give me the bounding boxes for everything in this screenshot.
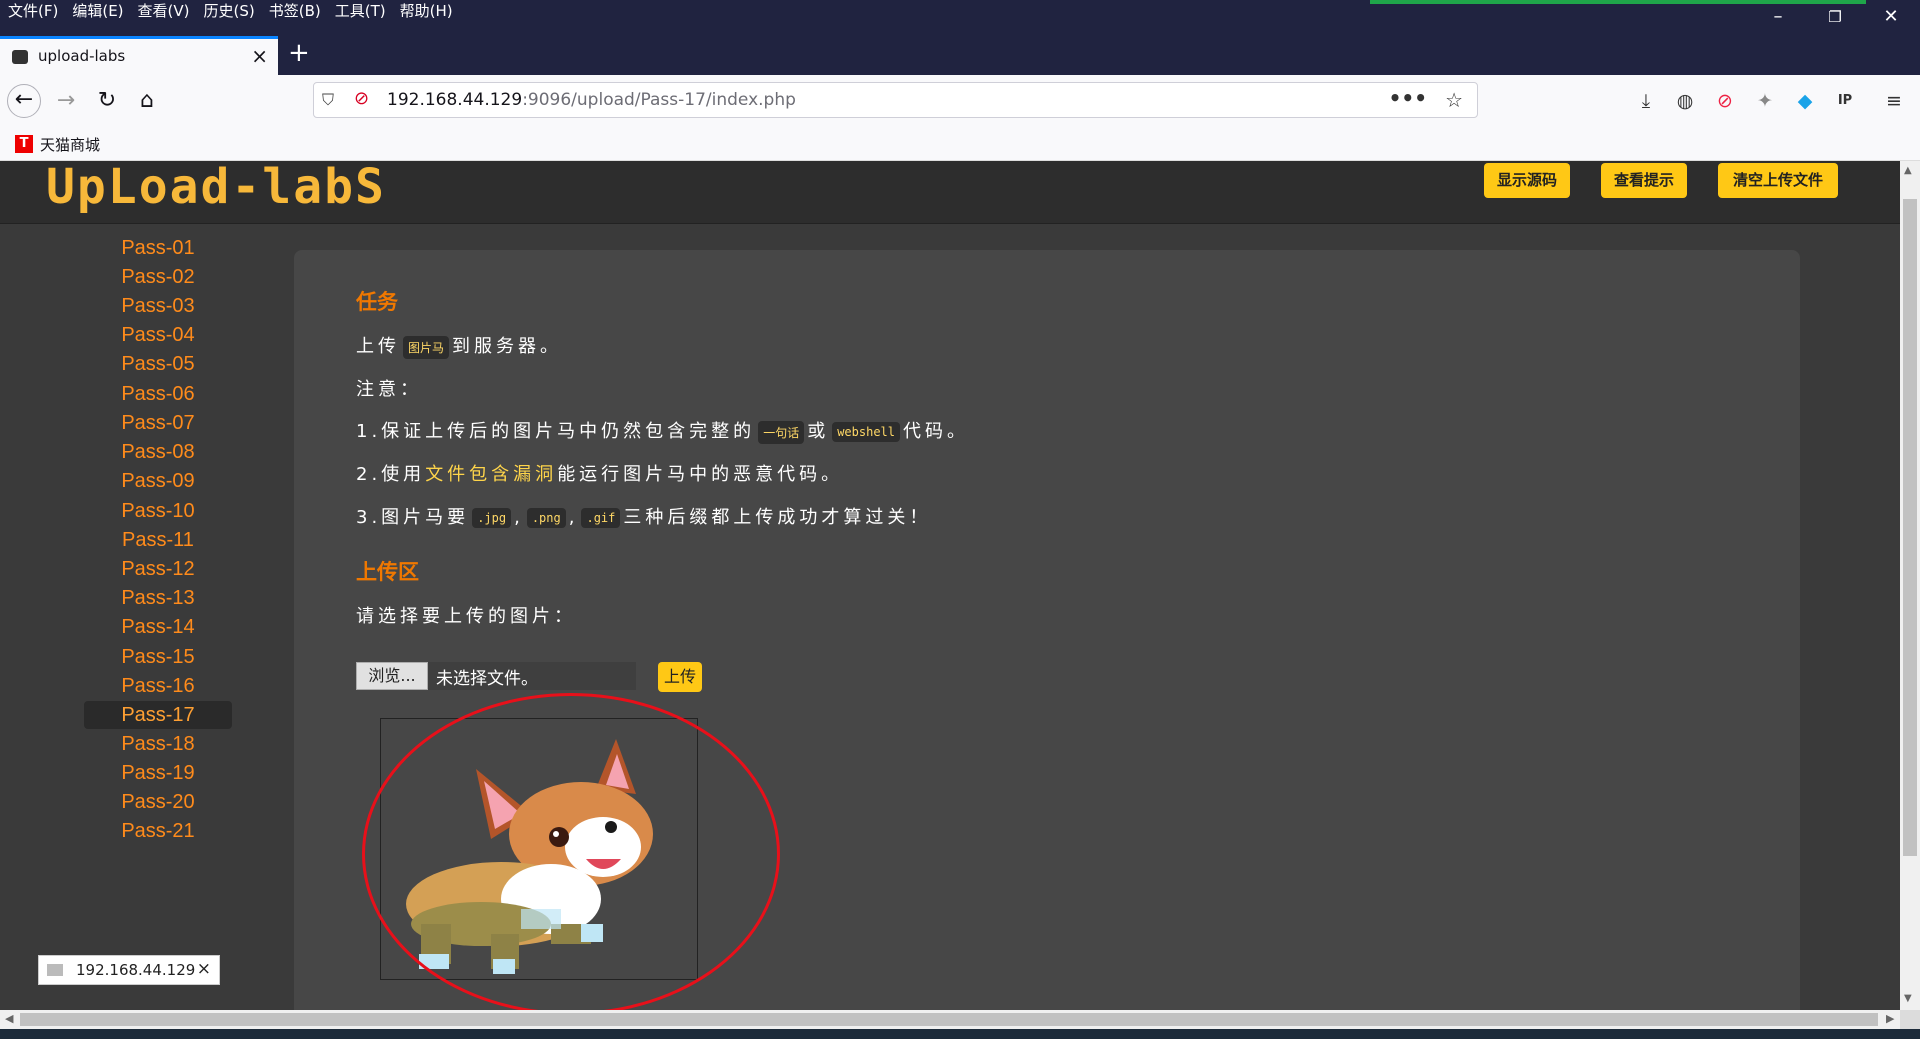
extension-globe-icon[interactable]: ◍	[1673, 89, 1697, 113]
sidebar-item-pass-06[interactable]: Pass-06	[84, 380, 232, 408]
note-label: 注意：	[356, 379, 422, 400]
menu-bookmarks[interactable]: 书签(B)	[269, 2, 321, 20]
loading-progress	[1370, 0, 1866, 4]
close-icon[interactable]: ×	[197, 959, 211, 979]
sidebar-item-pass-19[interactable]: Pass-19	[84, 759, 232, 787]
upload-heading: 上传区	[356, 560, 419, 584]
minimize-icon[interactable]: –	[1763, 6, 1793, 27]
clear-uploads-button[interactable]: 清空上传文件	[1718, 163, 1838, 198]
status-url-pill[interactable]: 192.168.44.129 ×	[38, 955, 220, 985]
bookmark-star-icon[interactable]: ☆	[1445, 88, 1463, 112]
scroll-down-icon[interactable]: ▼	[1904, 993, 1912, 1004]
bookmark-tmall[interactable]: 天猫商城	[40, 134, 100, 155]
sidebar-item-pass-20[interactable]: Pass-20	[84, 788, 232, 816]
sidebar-item-pass-07[interactable]: Pass-07	[84, 409, 232, 437]
pass-sidebar: Pass-01 Pass-02 Pass-03 Pass-04 Pass-05 …	[0, 224, 285, 1010]
sidebar-item-pass-21[interactable]: Pass-21	[84, 817, 232, 845]
note-1: 1.保证上传后的图片马中仍然包含完整的 一句话或 webshell 代码。	[356, 420, 969, 444]
image-placeholder-icon	[47, 964, 63, 976]
vertical-scrollbar[interactable]: ▲ ▼	[1900, 161, 1920, 1010]
menu-tools[interactable]: 工具(T)	[335, 2, 386, 20]
bookmarks-toolbar: T 天猫商城	[0, 127, 1920, 161]
sidebar-item-pass-14[interactable]: Pass-14	[84, 613, 232, 641]
close-window-icon[interactable]: ✕	[1876, 6, 1906, 27]
tmall-icon: T	[15, 135, 33, 153]
scroll-up-icon[interactable]: ▲	[1904, 165, 1912, 176]
restore-icon[interactable]: ❐	[1820, 8, 1850, 26]
url-text: 192.168.44.129:9096/upload/Pass-17/index…	[387, 90, 796, 110]
scroll-left-icon[interactable]: ◀	[5, 1012, 13, 1025]
sidebar-item-pass-15[interactable]: Pass-15	[84, 643, 232, 671]
sidebar-item-pass-13[interactable]: Pass-13	[84, 584, 232, 612]
sidebar-item-pass-03[interactable]: Pass-03	[84, 292, 232, 320]
show-hint-button[interactable]: 查看提示	[1601, 163, 1687, 198]
home-icon[interactable]: ⌂	[130, 84, 164, 118]
insecure-lock-icon[interactable]: ⊘	[354, 88, 369, 109]
navigation-toolbar: ← → ↻ ⌂ ⛉ ⊘ 192.168.44.129:9096/upload/P…	[0, 75, 1920, 127]
horizontal-scroll-thumb[interactable]	[20, 1013, 1878, 1026]
site-header: UpLoad-labS 显示源码 查看提示 清空上传文件	[0, 161, 1900, 224]
extension-block-icon[interactable]: ⊘	[1713, 89, 1737, 113]
sidebar-item-pass-11[interactable]: Pass-11	[84, 526, 232, 554]
new-tab-icon[interactable]: +	[288, 38, 310, 68]
extension-ip-icon[interactable]: IP	[1833, 89, 1857, 113]
tab-upload-labs[interactable]: upload-labs ×	[0, 36, 278, 75]
extension-cube-icon[interactable]: ◆	[1793, 89, 1817, 113]
tab-title: upload-labs	[38, 47, 126, 65]
menu-history[interactable]: 历史(S)	[204, 2, 255, 20]
downloads-icon[interactable]: ⤓	[1634, 89, 1658, 113]
forward-arrow-icon[interactable]: →	[49, 84, 83, 118]
sidebar-item-pass-02[interactable]: Pass-02	[84, 263, 232, 291]
red-annotation-circle	[362, 693, 780, 1015]
page-actions-icon[interactable]: •••	[1389, 86, 1427, 110]
page-viewport: UpLoad-labS 显示源码 查看提示 清空上传文件 Pass-01 Pas…	[0, 161, 1900, 1010]
scrollbar-corner	[1900, 1010, 1920, 1029]
horizontal-scrollbar[interactable]: ◀ ▶	[0, 1010, 1900, 1029]
menu-edit[interactable]: 编辑(E)	[72, 2, 123, 20]
no-file-text: 未选择文件。	[436, 669, 538, 689]
show-source-button[interactable]: 显示源码	[1484, 163, 1570, 198]
status-host: 192.168.44.129	[76, 961, 196, 979]
close-tab-icon[interactable]: ×	[251, 44, 268, 68]
site-logo[interactable]: UpLoad-labS	[46, 161, 386, 215]
os-taskbar	[0, 1029, 1920, 1039]
tab-strip: upload-labs × +	[0, 36, 1920, 75]
menu-file[interactable]: 文件(F)	[8, 2, 58, 20]
browse-button[interactable]: 浏览...	[356, 662, 428, 690]
note-3: 3.图片马要 .jpg, .png, .gif 三种后缀都上传成功才算过关！	[356, 507, 932, 528]
file-input[interactable]: 浏览... 未选择文件。	[356, 662, 636, 690]
sidebar-item-pass-09[interactable]: Pass-09	[84, 467, 232, 495]
site-favicon-icon	[12, 50, 28, 64]
note-2: 2.使用文件包含漏洞能运行图片马中的恶意代码。	[356, 464, 844, 485]
sidebar-item-pass-12[interactable]: Pass-12	[84, 555, 232, 583]
sidebar-item-pass-18[interactable]: Pass-18	[84, 730, 232, 758]
address-bar[interactable]: ⛉ ⊘ 192.168.44.129:9096/upload/Pass-17/i…	[313, 82, 1478, 118]
reload-icon[interactable]: ↻	[90, 84, 124, 118]
sidebar-item-pass-01[interactable]: Pass-01	[84, 234, 232, 262]
menu-bar: 文件(F) 编辑(E) 查看(V) 历史(S) 书签(B) 工具(T) 帮助(H…	[0, 0, 1920, 36]
upload-prompt: 请选择要上传的图片：	[356, 606, 576, 627]
scroll-right-icon[interactable]: ▶	[1886, 1012, 1894, 1025]
task-heading: 任务	[356, 290, 398, 314]
menu-help[interactable]: 帮助(H)	[400, 2, 453, 20]
sidebar-item-pass-16[interactable]: Pass-16	[84, 672, 232, 700]
vertical-scroll-thumb[interactable]	[1903, 199, 1917, 856]
hamburger-menu-icon[interactable]: ≡	[1882, 89, 1906, 113]
menu-view[interactable]: 查看(V)	[138, 2, 190, 20]
upload-submit-button[interactable]: 上传	[658, 662, 702, 692]
sidebar-item-pass-05[interactable]: Pass-05	[84, 350, 232, 378]
sidebar-item-pass-17[interactable]: Pass-17	[84, 701, 232, 729]
extension-puzzle-icon[interactable]: ✦	[1753, 89, 1777, 113]
sidebar-item-pass-04[interactable]: Pass-04	[84, 321, 232, 349]
task-line: 上传 图片马 到服务器。	[356, 335, 563, 359]
sidebar-item-pass-08[interactable]: Pass-08	[84, 438, 232, 466]
back-arrow-icon[interactable]: ←	[7, 84, 41, 118]
shield-icon[interactable]: ⛉	[322, 90, 334, 110]
sidebar-item-pass-10[interactable]: Pass-10	[84, 497, 232, 525]
